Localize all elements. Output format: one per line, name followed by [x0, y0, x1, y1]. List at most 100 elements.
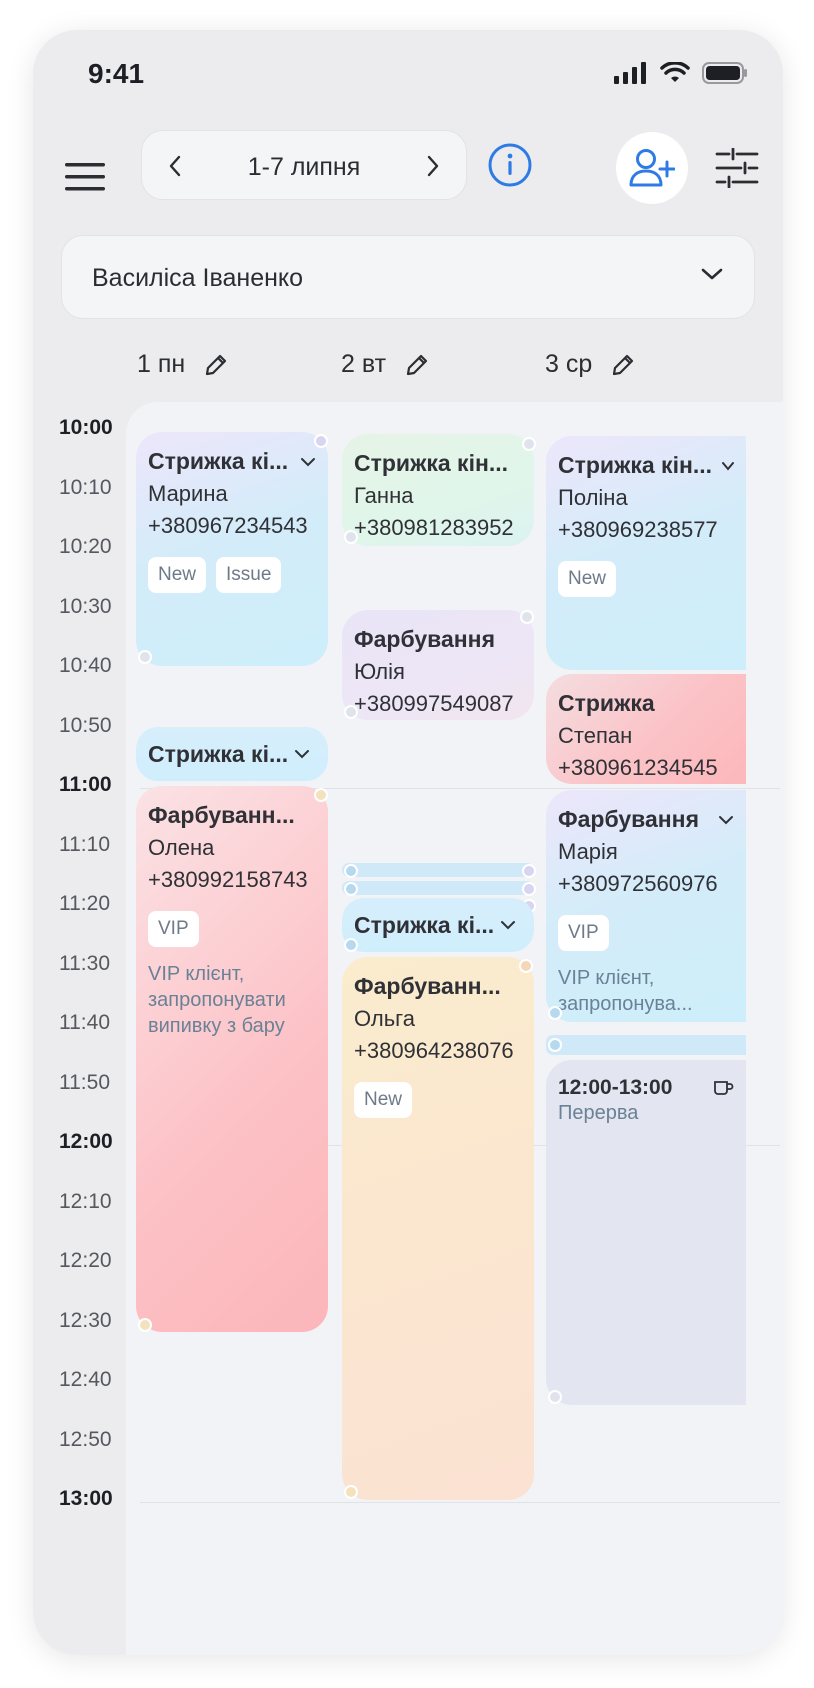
appointment-title: Стрижка кі... — [148, 740, 289, 767]
pencil-icon[interactable] — [610, 352, 636, 378]
client-phone[interactable]: +380964238076 — [354, 1038, 522, 1064]
appointment-collapsed[interactable]: Стрижка кі... — [136, 727, 328, 781]
chevron-down-icon[interactable] — [300, 457, 316, 467]
appointment-note: VIP клієнт, запропонува... — [558, 967, 693, 1015]
appointment-title: Стрижка кі... — [148, 448, 316, 475]
resize-handle[interactable] — [522, 864, 536, 878]
appointment-title-text: Фарбування — [558, 806, 699, 832]
add-user-icon — [629, 149, 675, 187]
time-label: 10:30 — [59, 595, 112, 618]
next-week-button[interactable] — [418, 149, 448, 183]
appointment-card[interactable]: Фарбування Юлія +380997549087 — [342, 610, 534, 720]
menu-button[interactable] — [63, 155, 107, 199]
prev-week-button[interactable] — [160, 149, 190, 183]
tag-list: New Issue — [148, 557, 316, 593]
appointment-title: Фарбуванн... — [354, 973, 522, 1000]
time-label: 12:00 — [59, 1130, 113, 1153]
resize-handle[interactable] — [344, 938, 358, 952]
resize-handle[interactable] — [344, 1485, 358, 1499]
client-phone[interactable]: +380981283952 — [354, 515, 522, 541]
time-label: 10:00 — [59, 416, 113, 439]
chevron-down-icon[interactable] — [722, 461, 734, 471]
client-phone[interactable]: +380972560976 — [558, 871, 734, 897]
resize-handle[interactable] — [522, 882, 536, 896]
employee-name: Василіса Іваненко — [92, 264, 304, 292]
wifi-icon — [660, 62, 690, 82]
sliders-icon — [715, 147, 759, 189]
filter-button[interactable] — [715, 147, 759, 192]
resize-handle[interactable] — [344, 882, 358, 896]
chevron-right-icon — [427, 155, 439, 177]
pencil-icon[interactable] — [203, 352, 229, 378]
appointment-title-text: Фарбування — [354, 626, 495, 652]
hour-divider — [140, 1502, 780, 1503]
time-label: 12:50 — [59, 1428, 112, 1451]
appointment-card[interactable]: Фарбуванн... Ольга +380964238076 New — [342, 957, 534, 1500]
day-header-tue: 2 вт — [341, 350, 430, 379]
resize-handle[interactable] — [138, 650, 152, 664]
resize-handle[interactable] — [548, 1038, 562, 1052]
employee-select[interactable]: Василіса Іваненко — [61, 235, 755, 319]
resize-handle[interactable] — [344, 864, 358, 878]
time-label: 12:30 — [59, 1309, 112, 1332]
break-time: 12:00-13:00 — [558, 1076, 734, 1100]
collapsed-appointment-strip[interactable] — [342, 863, 534, 877]
appointment-title: Стрижка кі... — [354, 911, 495, 938]
tag-new: New — [558, 561, 617, 597]
appointment-card[interactable]: Стрижка Степан +380961234545 — [546, 674, 746, 784]
tag-issue: Issue — [216, 557, 282, 593]
time-label: 11:50 — [59, 1071, 110, 1094]
chevron-down-icon[interactable] — [718, 815, 734, 825]
resize-handle[interactable] — [138, 1318, 152, 1332]
appointment-title-text: Стрижка кін... — [354, 450, 509, 476]
status-time: 9:41 — [88, 58, 145, 89]
client-phone[interactable]: +380992158743 — [148, 867, 316, 893]
signal-icon — [614, 62, 646, 84]
appointment-card[interactable]: Стрижка кін... Ганна +380981283952 — [342, 434, 534, 546]
chevron-down-icon[interactable] — [294, 749, 310, 759]
hamburger-icon — [65, 163, 105, 191]
resize-handle[interactable] — [548, 1006, 562, 1020]
client-phone[interactable]: +380967234543 — [148, 513, 316, 539]
day-label: 3 ср — [545, 350, 593, 378]
resize-handle[interactable] — [520, 610, 534, 624]
pencil-icon[interactable] — [404, 352, 430, 378]
chevron-down-icon[interactable] — [500, 920, 516, 930]
appointment-collapsed[interactable]: Стрижка кі... — [342, 898, 534, 952]
client-name: Степан — [558, 723, 633, 748]
appointment-card[interactable]: Фарбування Марія +380972560976 VIP VIP к… — [546, 790, 746, 1022]
client-name: Марина — [148, 481, 228, 506]
appointment-card[interactable]: Фарбуванн... Олена +380992158743 VIP VIP… — [136, 786, 328, 1332]
resize-handle[interactable] — [344, 705, 358, 719]
collapsed-appointment-strip[interactable] — [546, 1035, 746, 1055]
day-label: 2 вт — [341, 350, 387, 378]
resize-handle[interactable] — [314, 434, 328, 448]
resize-handle[interactable] — [314, 788, 328, 802]
appointment-title: Фарбування — [354, 626, 522, 653]
week-navigator: 1-7 липня — [141, 130, 467, 200]
appointment-card[interactable]: Стрижка кін... Поліна +380969238577 New — [546, 436, 746, 670]
time-label: 12:10 — [59, 1190, 112, 1213]
week-range-label[interactable]: 1-7 липня — [192, 153, 416, 182]
appointment-title: Стрижка кін... — [558, 452, 734, 479]
client-name: Юлія — [354, 659, 405, 684]
info-button[interactable] — [487, 142, 533, 188]
resize-handle[interactable] — [344, 530, 358, 544]
client-phone[interactable]: +380961234545 — [558, 755, 734, 781]
client-phone[interactable]: +380969238577 — [558, 517, 734, 543]
appointment-card[interactable]: Стрижка кі... Марина +380967234543 New I… — [136, 432, 328, 666]
tag-new: New — [148, 557, 207, 593]
resize-handle[interactable] — [519, 959, 533, 973]
resize-handle[interactable] — [522, 437, 536, 451]
break-time-text: 12:00-13:00 — [558, 1076, 673, 1099]
status-icons — [614, 62, 748, 84]
resize-handle[interactable] — [548, 1390, 562, 1404]
collapsed-appointment-strip[interactable] — [342, 881, 534, 895]
tag-new: New — [354, 1082, 413, 1118]
break-block[interactable]: 12:00-13:00 Перерва — [546, 1060, 746, 1405]
appointment-title: Фарбування — [558, 806, 734, 833]
add-client-button[interactable] — [616, 132, 688, 204]
appointment-title-text: Стрижка — [558, 690, 655, 716]
client-name: Поліна — [558, 485, 628, 510]
client-phone[interactable]: +380997549087 — [354, 691, 522, 717]
